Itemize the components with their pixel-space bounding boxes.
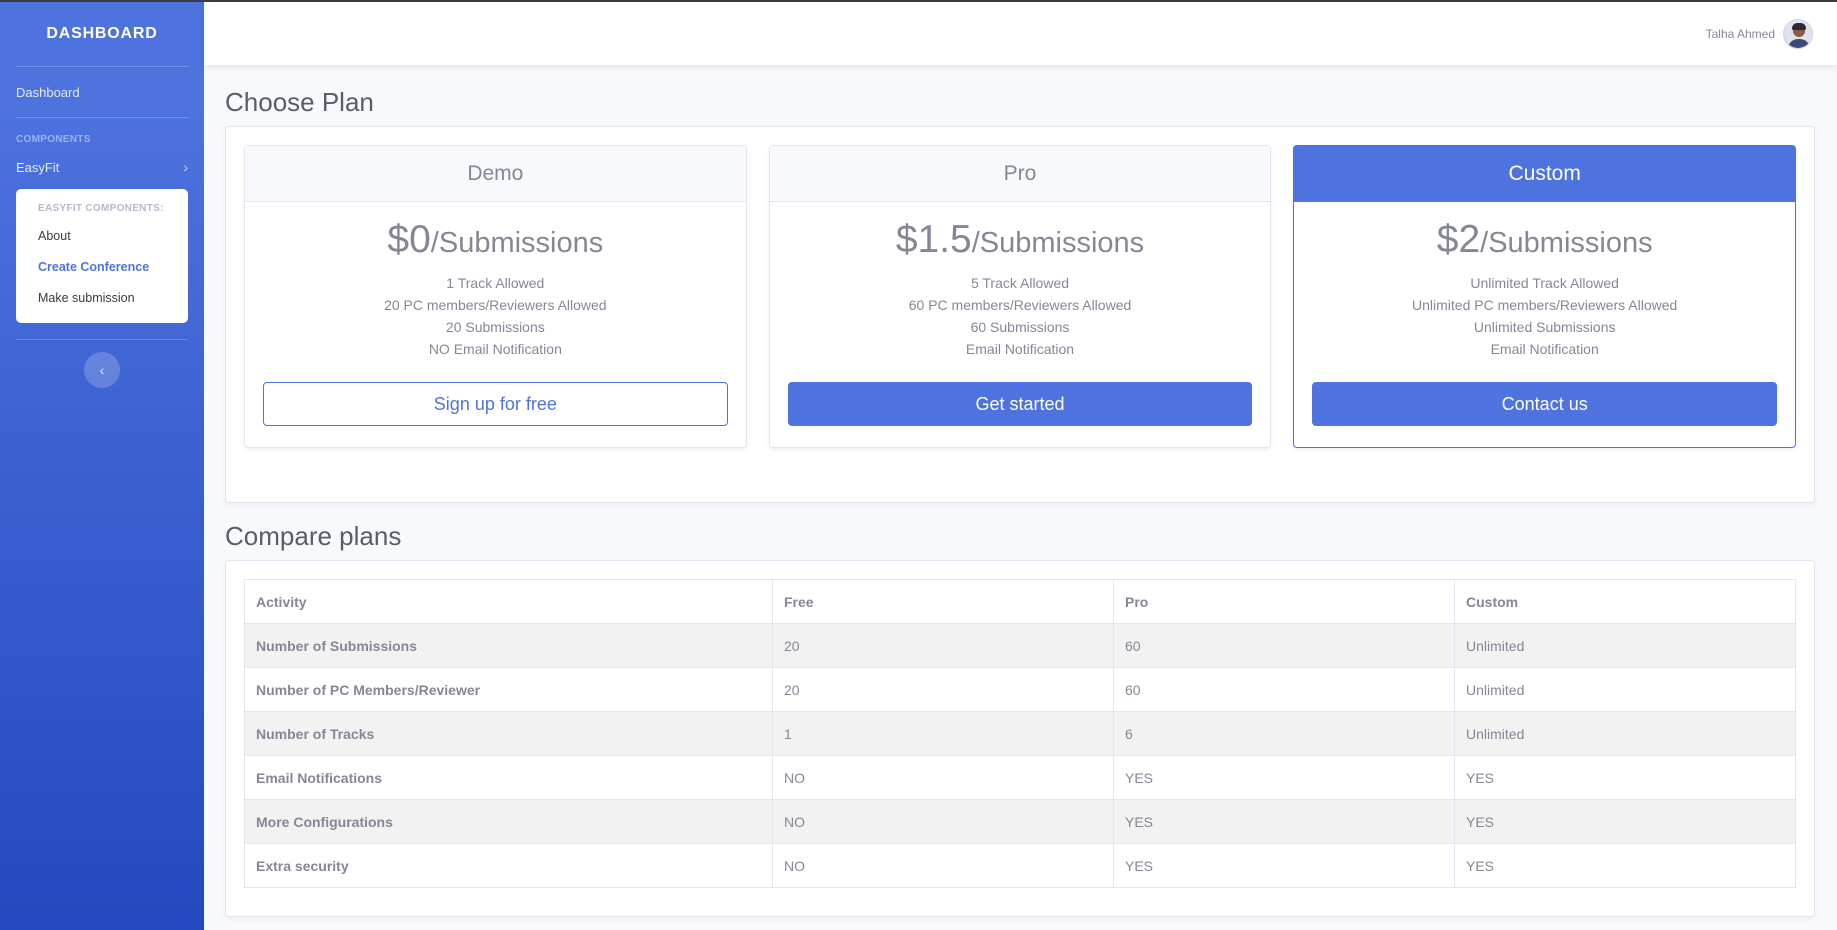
sidebar-item-label: Dashboard bbox=[16, 84, 80, 100]
plan-feature: 5 Track Allowed bbox=[970, 275, 1070, 291]
submenu-item-make-submission[interactable]: Make submission bbox=[16, 284, 188, 315]
plan-price: $1.5/Submissions bbox=[895, 218, 1145, 261]
sidebar-divider bbox=[16, 339, 188, 340]
table-row: More Configurations NO YES YES bbox=[244, 799, 1796, 844]
table-cell: Number of PC Members/Reviewer bbox=[244, 667, 773, 712]
easyfit-submenu: EASYFIT COMPONENTS: About Create Confere… bbox=[16, 189, 188, 323]
sign-up-button[interactable]: Sign up for free bbox=[263, 382, 728, 426]
submenu-header: EASYFIT COMPONENTS: bbox=[38, 203, 164, 214]
main-content: Choose Plan Demo $0/Submissions 1 Track … bbox=[225, 65, 1815, 917]
sidebar-item-dashboard[interactable]: Dashboard bbox=[0, 67, 204, 117]
table-cell: YES bbox=[1113, 755, 1455, 800]
table-cell: Unlimited bbox=[1454, 623, 1796, 668]
sidebar-brand[interactable]: DASHBOARD bbox=[0, 2, 204, 66]
column-header: Free bbox=[772, 579, 1114, 624]
table-cell: 20 bbox=[772, 667, 1114, 712]
sidebar: DASHBOARD Dashboard COMPONENTS EasyFit ›… bbox=[0, 2, 204, 930]
table-cell: NO bbox=[772, 755, 1114, 800]
topbar: Talha Ahmed bbox=[204, 2, 1837, 65]
sidebar-item-easyfit[interactable]: EasyFit › bbox=[0, 149, 204, 185]
table-cell: NO bbox=[772, 843, 1114, 888]
plan-price: $0/Submissions bbox=[387, 218, 604, 261]
table-cell: NO bbox=[772, 799, 1114, 844]
column-header: Custom bbox=[1454, 579, 1796, 624]
column-header: Activity bbox=[244, 579, 773, 624]
table-cell: YES bbox=[1113, 843, 1455, 888]
table-cell: More Configurations bbox=[244, 799, 773, 844]
plan-feature: 20 Submissions bbox=[445, 319, 545, 335]
table-cell: Extra security bbox=[244, 843, 773, 888]
plan-feature: NO Email Notification bbox=[428, 341, 562, 357]
table-cell: 6 bbox=[1113, 711, 1455, 756]
plan-feature: Unlimited PC members/Reviewers Allowed bbox=[1412, 297, 1678, 313]
table-cell: Number of Submissions bbox=[244, 623, 773, 668]
user-name[interactable]: Talha Ahmed bbox=[1706, 27, 1775, 41]
plan-price: $2/Submissions bbox=[1436, 218, 1653, 261]
plan-feature: 60 Submissions bbox=[970, 319, 1070, 335]
table-cell: Unlimited bbox=[1454, 711, 1796, 756]
table-row: Extra security NO YES YES bbox=[244, 843, 1796, 888]
plan-feature: 20 PC members/Reviewers Allowed bbox=[384, 297, 607, 313]
compare-panel: Activity Free Pro Custom Number of Submi… bbox=[225, 560, 1815, 917]
table-cell: Unlimited bbox=[1454, 667, 1796, 712]
page-title: Choose Plan bbox=[225, 87, 374, 117]
table-cell: 20 bbox=[772, 623, 1114, 668]
get-started-button[interactable]: Get started bbox=[787, 382, 1253, 426]
table-row: Number of Tracks 1 6 Unlimited bbox=[244, 711, 1796, 756]
sidebar-toggle-button[interactable]: ‹ bbox=[84, 352, 120, 388]
table-cell: 60 bbox=[1113, 623, 1455, 668]
table-cell: 60 bbox=[1113, 667, 1455, 712]
plan-name: Custom bbox=[1294, 146, 1796, 202]
compare-table: Activity Free Pro Custom Number of Submi… bbox=[244, 579, 1796, 888]
table-cell: Number of Tracks bbox=[244, 711, 773, 756]
submenu-item-create-conference[interactable]: Create Conference bbox=[16, 253, 188, 284]
submenu-item-about[interactable]: About bbox=[16, 222, 188, 253]
plan-feature: Email Notification bbox=[965, 341, 1075, 357]
table-row: Number of PC Members/Reviewer 20 60 Unli… bbox=[244, 667, 1796, 712]
plan-name: Pro bbox=[769, 146, 1271, 202]
plan-feature: Unlimited Track Allowed bbox=[1470, 275, 1619, 291]
plan-feature: 1 Track Allowed bbox=[446, 275, 545, 291]
column-header: Pro bbox=[1113, 579, 1455, 624]
plan-feature: Unlimited Submissions bbox=[1473, 319, 1616, 335]
table-row: Email Notifications NO YES YES bbox=[244, 755, 1796, 800]
table-cell: YES bbox=[1454, 799, 1796, 844]
table-cell: Email Notifications bbox=[244, 755, 773, 800]
contact-us-button[interactable]: Contact us bbox=[1312, 382, 1778, 426]
plan-card-custom: Custom $2/Submissions Unlimited Track Al… bbox=[1293, 145, 1797, 448]
compare-title: Compare plans bbox=[225, 521, 402, 551]
sidebar-heading-components: COMPONENTS bbox=[16, 134, 91, 145]
plan-feature: 60 PC members/Reviewers Allowed bbox=[908, 297, 1132, 313]
plan-name: Demo bbox=[245, 146, 746, 202]
plan-feature: Email Notification bbox=[1490, 341, 1599, 357]
plans-panel: Demo $0/Submissions 1 Track Allowed 20 P… bbox=[225, 126, 1815, 503]
avatar[interactable] bbox=[1783, 18, 1813, 49]
table-cell: YES bbox=[1454, 755, 1796, 800]
chevron-left-icon: ‹ bbox=[99, 362, 105, 378]
table-cell: YES bbox=[1113, 799, 1455, 844]
table-row: Number of Submissions 20 60 Unlimited bbox=[244, 623, 1796, 668]
sidebar-item-label: EasyFit bbox=[16, 159, 60, 175]
table-header-row: Activity Free Pro Custom bbox=[244, 579, 1796, 624]
chevron-right-icon: › bbox=[183, 159, 188, 175]
table-cell: YES bbox=[1454, 843, 1796, 888]
table-cell: 1 bbox=[772, 711, 1114, 756]
plan-card-pro: Pro $1.5/Submissions 5 Track Allowed 60 … bbox=[768, 145, 1272, 448]
plan-card-demo: Demo $0/Submissions 1 Track Allowed 20 P… bbox=[244, 145, 747, 448]
